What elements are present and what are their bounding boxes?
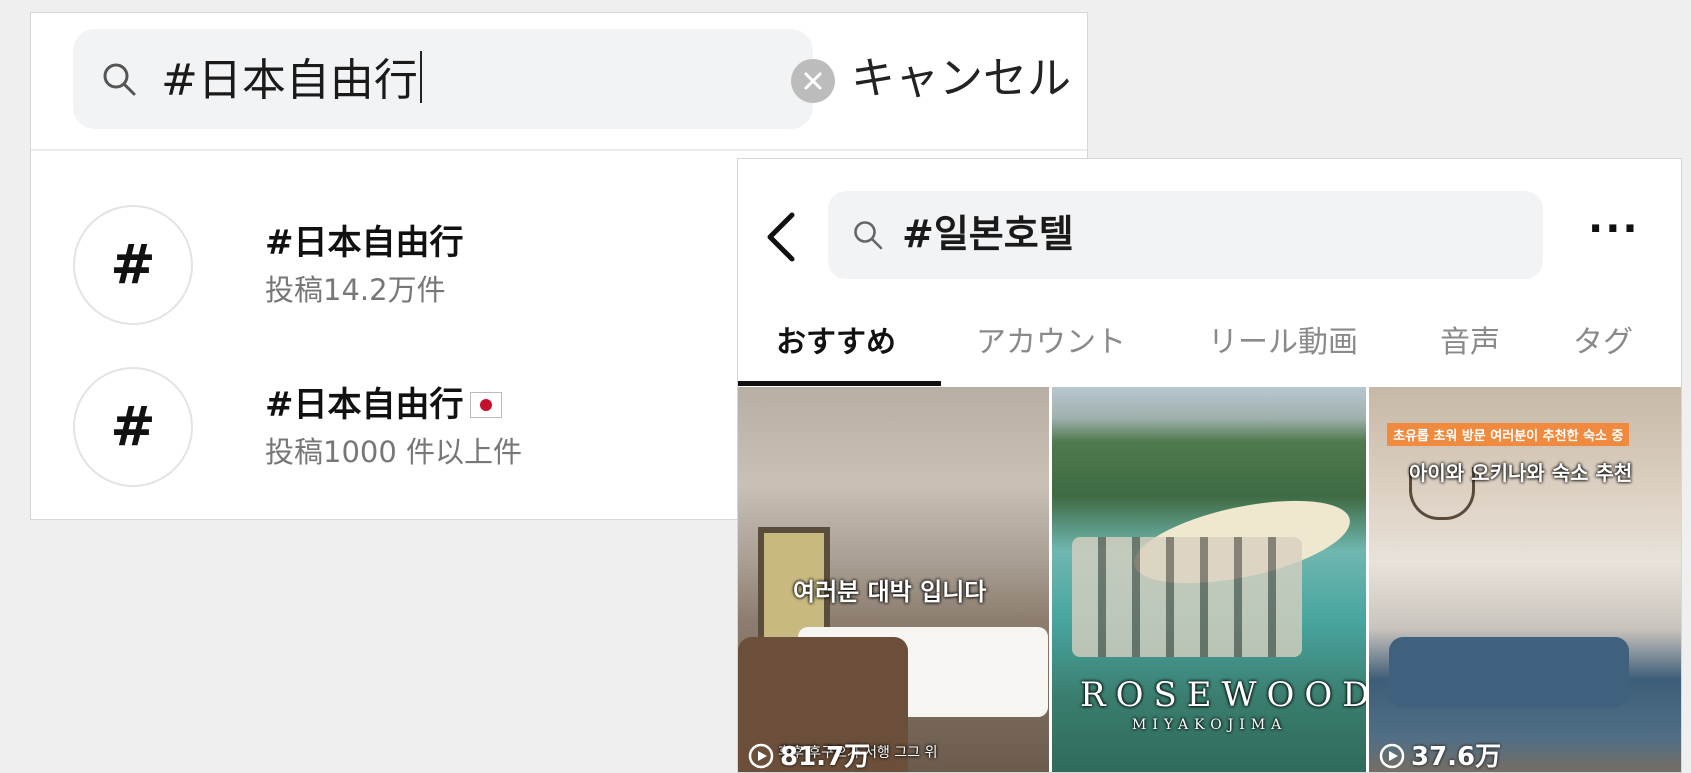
play-icon bbox=[748, 743, 774, 769]
search-icon bbox=[103, 63, 136, 96]
view-count-value: 81.7万 bbox=[780, 742, 871, 772]
more-options-button[interactable]: ··· bbox=[1588, 209, 1648, 249]
reel-thumbnail[interactable]: ROSEWOOD MIYAKOJIMA bbox=[1052, 387, 1366, 772]
thumbnail-scene-sofa bbox=[1389, 637, 1629, 707]
hashtag-title-with-flag: #日本自由行 bbox=[265, 383, 502, 427]
view-count: 37.6万 bbox=[1379, 736, 1502, 772]
view-count-value: 37.6万 bbox=[1411, 742, 1502, 772]
japan-flag-icon bbox=[469, 392, 502, 418]
search-bar[interactable]: #日本自由行 bbox=[73, 29, 835, 129]
tab-accounts[interactable]: アカウント bbox=[976, 323, 1126, 363]
hashtag-title: #日本自由行 bbox=[265, 385, 464, 425]
thumbnail-scene-villas bbox=[1072, 537, 1302, 657]
search-icon bbox=[854, 221, 883, 250]
search-query-text: #일본호텔 bbox=[902, 212, 1074, 256]
search-query-text: #日本自由行 bbox=[161, 55, 418, 106]
thumbnail-brand-subtext: MIYAKOJIMA bbox=[1132, 717, 1288, 733]
reel-thumbnail[interactable]: 여러분 대박 입니다 후후 후구으가 서행 그그 위 81.7万 bbox=[738, 387, 1049, 772]
hashtag-results-panel-korean: #일본호텔 ··· おすすめ アカウント リール動画 音声 タグ 여러분 대박 … bbox=[737, 158, 1682, 773]
active-tab-indicator bbox=[738, 381, 941, 386]
play-icon bbox=[1379, 743, 1405, 769]
thumbnail-banner: 초유롭 초워 방문 여러분이 추천한 숙소 중 bbox=[1387, 423, 1630, 446]
close-icon bbox=[804, 72, 822, 90]
tab-recommended[interactable]: おすすめ bbox=[776, 323, 896, 363]
reel-thumbnail[interactable]: 초유롭 초워 방문 여러분이 추천한 숙소 중 아이와 오키나와 숙소 추천 3… bbox=[1369, 387, 1681, 772]
hashtag-icon: # bbox=[73, 367, 193, 487]
hashtag-result-row[interactable]: # #日本自由行 投稿14.2万件 bbox=[73, 205, 773, 327]
thumbnail-brand-text: ROSEWOOD bbox=[1080, 675, 1366, 715]
text-caret bbox=[419, 51, 422, 103]
tab-tags[interactable]: タグ bbox=[1573, 323, 1633, 363]
hashtag-post-count: 投稿1000 件以上件 bbox=[265, 435, 523, 469]
back-arrow-icon[interactable] bbox=[762, 209, 802, 265]
hashtag-post-count: 投稿14.2万件 bbox=[265, 273, 446, 307]
search-input[interactable]: #日本自由行 bbox=[161, 51, 422, 109]
result-tabs: おすすめ アカウント リール動画 音声 タグ bbox=[738, 309, 1681, 387]
cancel-button[interactable]: キャンセル bbox=[851, 51, 1071, 107]
clear-search-button[interactable] bbox=[791, 59, 835, 103]
tab-reels[interactable]: リール動画 bbox=[1208, 323, 1358, 363]
hashtag-icon: # bbox=[73, 205, 193, 325]
view-count: 81.7万 bbox=[748, 736, 871, 772]
hashtag-result-row[interactable]: # #日本自由行 投稿1000 件以上件 bbox=[73, 367, 773, 489]
hashtag-title: #日本自由行 bbox=[265, 223, 464, 263]
thumbnail-caption: 아이와 오키나와 숙소 추천 bbox=[1409, 461, 1633, 485]
search-bar[interactable]: #일본호텔 bbox=[828, 191, 1543, 279]
thumbnail-caption: 여러분 대박 입니다 bbox=[793, 578, 987, 606]
divider bbox=[31, 149, 1087, 151]
tab-audio[interactable]: 音声 bbox=[1440, 323, 1500, 363]
